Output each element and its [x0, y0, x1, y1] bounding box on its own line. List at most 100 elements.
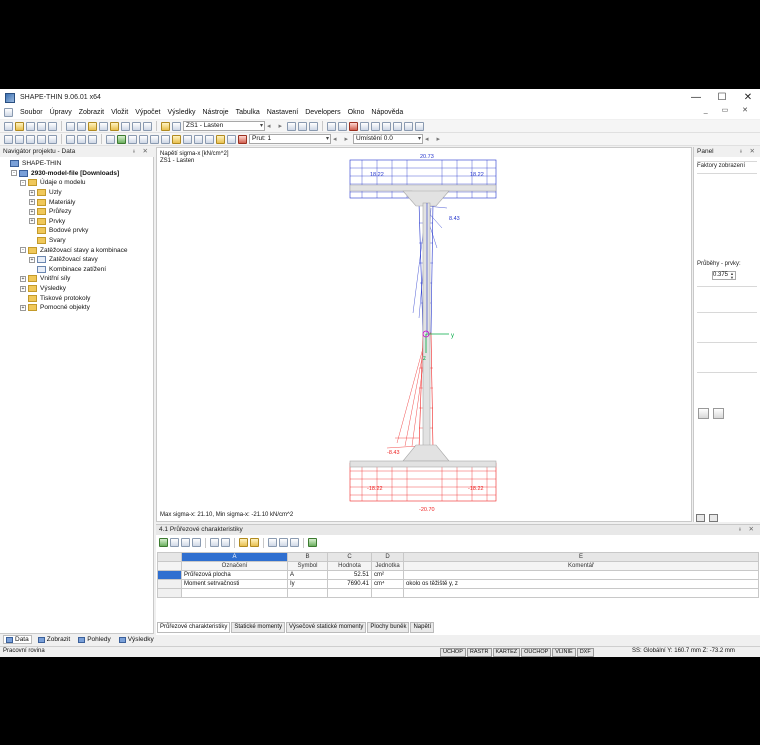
- member-nav-arrows[interactable]: ◂ ▸: [333, 135, 351, 143]
- expand-icon[interactable]: +: [29, 218, 35, 225]
- tab-cell-areas[interactable]: Plochy buněk: [367, 622, 410, 633]
- tab-stresses[interactable]: Napětí: [410, 622, 435, 633]
- excel-icon[interactable]: [159, 538, 168, 547]
- col-letter-c[interactable]: C: [327, 552, 372, 562]
- tree-item[interactable]: + Vnitřní síly: [2, 274, 127, 284]
- row-header[interactable]: [157, 588, 182, 598]
- expand-icon[interactable]: +: [29, 256, 35, 263]
- calculate-icon[interactable]: [110, 121, 119, 131]
- line-icon[interactable]: [15, 134, 24, 144]
- menu-vysledky[interactable]: Výsledky: [167, 109, 195, 116]
- cell-value[interactable]: 52.51: [327, 570, 372, 580]
- check-icon[interactable]: [117, 134, 126, 144]
- axes-icon[interactable]: [183, 134, 192, 144]
- table-icon[interactable]: [161, 121, 170, 131]
- cut-icon[interactable]: [194, 134, 203, 144]
- row-header[interactable]: [157, 570, 182, 580]
- tree-item[interactable]: + Pomocné objekty: [2, 303, 127, 313]
- values-icon[interactable]: [150, 134, 159, 144]
- pin-close-icon[interactable]: ᵻ ✕: [740, 147, 758, 157]
- snap-icon[interactable]: [337, 121, 347, 131]
- delete-icon[interactable]: [348, 121, 358, 131]
- menu-upravy[interactable]: Úpravy: [50, 109, 72, 116]
- print-icon[interactable]: [37, 121, 46, 131]
- expand-icon[interactable]: +: [20, 304, 26, 311]
- collapse-icon[interactable]: -: [20, 247, 26, 254]
- close-results-icon[interactable]: [238, 134, 247, 144]
- collapse-icon[interactable]: -: [20, 179, 26, 186]
- table-units-icon[interactable]: [239, 538, 248, 547]
- menu-napoveda[interactable]: Nápověda: [371, 109, 403, 116]
- table-copy-icon[interactable]: [192, 538, 201, 547]
- expand-icon[interactable]: +: [20, 275, 26, 282]
- cell-symbol[interactable]: A: [287, 570, 328, 580]
- cell-name[interactable]: Průřezová plocha: [181, 570, 288, 580]
- edit-icon[interactable]: [88, 121, 97, 131]
- menu-zobrazit[interactable]: Zobrazit: [79, 109, 104, 116]
- pin-close-icon[interactable]: ᵻ ✕: [739, 525, 757, 535]
- tree-item[interactable]: - Údaje o modelu: [2, 178, 127, 188]
- pan-icon[interactable]: [143, 121, 152, 131]
- table-filter-icon[interactable]: [210, 538, 219, 547]
- loadcase-nav-arrows[interactable]: ◂ ▸: [267, 122, 285, 130]
- snap-button[interactable]: UCHOP: [440, 648, 466, 657]
- position-nav-arrows[interactable]: ◂ ▸: [425, 135, 443, 143]
- cell-value[interactable]: 7690.41: [327, 579, 372, 589]
- expand-icon[interactable]: +: [29, 189, 35, 196]
- text-icon[interactable]: [48, 134, 57, 144]
- menu-soubor[interactable]: Soubor: [20, 109, 43, 116]
- tree-item[interactable]: + Průřezy: [2, 207, 127, 217]
- menu-tabulka[interactable]: Tabulka: [236, 109, 260, 116]
- cell-symbol[interactable]: Iy: [287, 579, 328, 589]
- tree-item[interactable]: Kombinace zatížení: [2, 265, 127, 275]
- tree-item[interactable]: + Zatěžovací stavy: [2, 255, 127, 265]
- grid-icon[interactable]: [326, 121, 336, 131]
- filter-icon[interactable]: [128, 134, 137, 144]
- grid-button[interactable]: RASTR: [466, 648, 492, 657]
- diagram-factor-spinner[interactable]: 0.375 ▲ ▼: [712, 271, 736, 280]
- tab-static-moments[interactable]: Statické momenty: [231, 622, 286, 633]
- member-select[interactable]: Prut: 1 ▾: [249, 134, 331, 144]
- row-header[interactable]: [157, 579, 182, 589]
- menu-nastroje[interactable]: Nástroje: [203, 109, 229, 116]
- settings-icon[interactable]: [414, 121, 424, 131]
- render-icon[interactable]: [216, 134, 225, 144]
- col-letter-d[interactable]: D: [371, 552, 404, 562]
- table-width-icon[interactable]: [279, 538, 288, 547]
- tree-item[interactable]: - Zatěžovací stavy a kombinace: [2, 245, 127, 255]
- table-jump-icon[interactable]: [290, 538, 299, 547]
- graphics-canvas[interactable]: Napětí sigma-x [kN/cm^2] ZS1 - Lasten y …: [156, 147, 692, 522]
- select-icon[interactable]: [99, 121, 108, 131]
- menu-nastaveni[interactable]: Nastavení: [267, 109, 299, 116]
- results-icon[interactable]: [121, 121, 130, 131]
- weld-icon[interactable]: [88, 134, 97, 144]
- support-icon[interactable]: [66, 134, 75, 144]
- view-iso-icon[interactable]: [308, 121, 318, 131]
- col-letter-a[interactable]: A: [181, 552, 288, 562]
- panel-color-icon[interactable]: [696, 514, 705, 522]
- cell-unit[interactable]: cm⁴: [371, 579, 404, 589]
- table-sort-icon[interactable]: [221, 538, 230, 547]
- wireframe-icon[interactable]: [227, 134, 236, 144]
- dimension-icon[interactable]: [359, 121, 369, 131]
- display-icon[interactable]: [106, 134, 115, 144]
- cartesian-button[interactable]: KARTEZ: [492, 648, 521, 657]
- expand-icon[interactable]: +: [29, 208, 35, 215]
- spin-arrows-icon[interactable]: ▲ ▼: [730, 272, 734, 280]
- menu-vlozit[interactable]: Vložit: [111, 109, 128, 116]
- arrow-icon[interactable]: [37, 134, 46, 144]
- cell-comment[interactable]: [403, 570, 759, 580]
- tab-section-properties[interactable]: Průřezové charakteristiky: [157, 622, 231, 633]
- tree-item[interactable]: - 2930-model-file [Downloads]: [2, 169, 127, 179]
- stress-icon[interactable]: [172, 134, 181, 144]
- cell-comment[interactable]: okolo os těžiště y, z: [403, 579, 759, 589]
- mirror-icon[interactable]: [381, 121, 391, 131]
- table-select-icon[interactable]: [250, 538, 259, 547]
- open-icon[interactable]: [15, 121, 24, 131]
- col-letter-e[interactable]: E: [403, 552, 759, 562]
- collapse-icon[interactable]: -: [11, 170, 17, 177]
- menu-okno[interactable]: Okno: [348, 109, 365, 116]
- rotate-icon[interactable]: [370, 121, 380, 131]
- tree-item[interactable]: Tiskové protokoly: [2, 293, 127, 303]
- close-button[interactable]: ✕: [742, 92, 754, 103]
